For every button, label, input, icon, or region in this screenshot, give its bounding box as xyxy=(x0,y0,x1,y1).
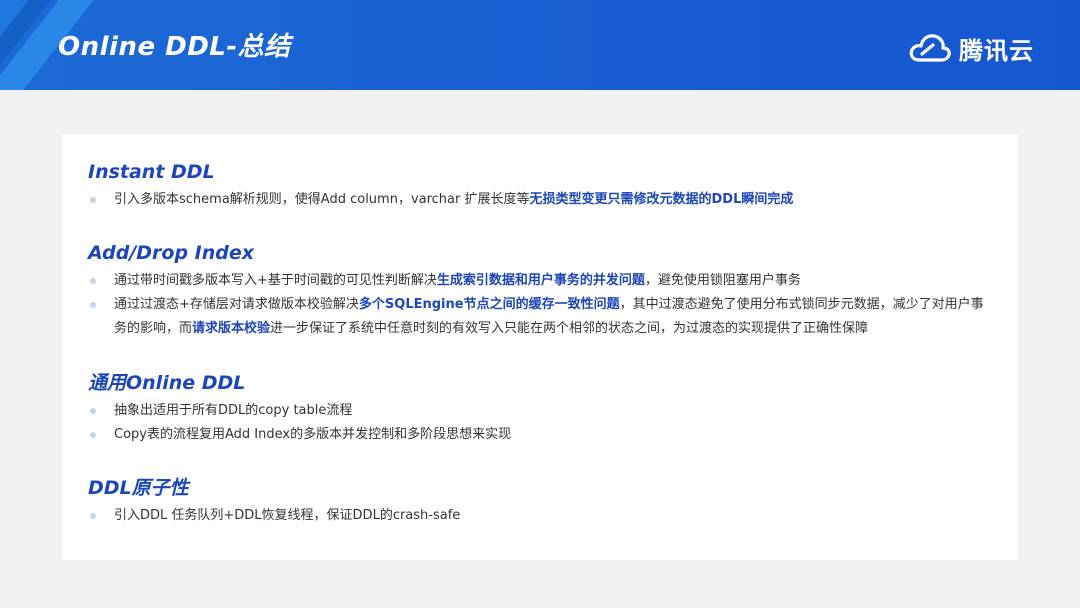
bullet-icon xyxy=(90,197,96,203)
section-ddl-atomicity: DDL原子性 引入DDL 任务队列+DDL恢复线程，保证DDL的crash-sa… xyxy=(88,476,992,528)
section-title: Instant DDL xyxy=(88,161,215,183)
bullet-icon xyxy=(90,432,96,438)
list-item: Copy表的流程复用Add Index的多版本并发控制和多阶段思想来实现 xyxy=(88,423,992,447)
content-card: Instant DDL 引入多版本schema解析规则，使得Add column… xyxy=(62,134,1018,560)
list-item: 引入多版本schema解析规则，使得Add column，varchar 扩展长… xyxy=(88,188,992,212)
bullet-icon xyxy=(90,302,96,308)
section-add-drop-index: Add/Drop Index 通过带时间戳多版本写入+基于时间戳的可见性判断解决… xyxy=(88,241,992,341)
bullet-icon xyxy=(90,513,96,519)
section-instant-ddl: Instant DDL 引入多版本schema解析规则，使得Add column… xyxy=(88,160,992,212)
logo-text: 腾讯云 xyxy=(959,36,1034,65)
tencent-cloud-logo: 腾讯云 xyxy=(909,28,1034,68)
cloud-icon xyxy=(909,34,951,62)
highlight-text: 生成索引数据和用户事务的并发问题 xyxy=(436,273,645,288)
section-title: DDL原子性 xyxy=(88,477,189,499)
slide-header: Online DDL-总结 腾讯云 xyxy=(0,0,1080,90)
bullet-icon xyxy=(90,278,96,284)
list-item: 通过过渡态+存储层对请求做版本校验解决多个SQLEngine节点之间的缓存一致性… xyxy=(88,293,992,341)
bullet-icon xyxy=(90,408,96,414)
section-title: Add/Drop Index xyxy=(88,242,255,264)
list-item: 引入DDL 任务队列+DDL恢复线程，保证DDL的crash-safe xyxy=(88,504,992,528)
list-item: 抽象出适用于所有DDL的copy table流程 xyxy=(88,399,992,423)
highlight-text: 请求版本校验 xyxy=(192,321,271,336)
slide-title: Online DDL-总结 xyxy=(58,32,291,62)
section-title: 通用Online DDL xyxy=(88,372,246,394)
highlight-text: 无损类型变更只需修改元数据的DDL瞬间完成 xyxy=(529,192,794,207)
highlight-text: 多个SQLEngine节点之间的缓存一致性问题 xyxy=(358,297,620,312)
list-item: 通过带时间戳多版本写入+基于时间戳的可见性判断解决生成索引数据和用户事务的并发问… xyxy=(88,269,992,293)
section-general-online-ddl: 通用Online DDL 抽象出适用于所有DDL的copy table流程 Co… xyxy=(88,371,992,447)
